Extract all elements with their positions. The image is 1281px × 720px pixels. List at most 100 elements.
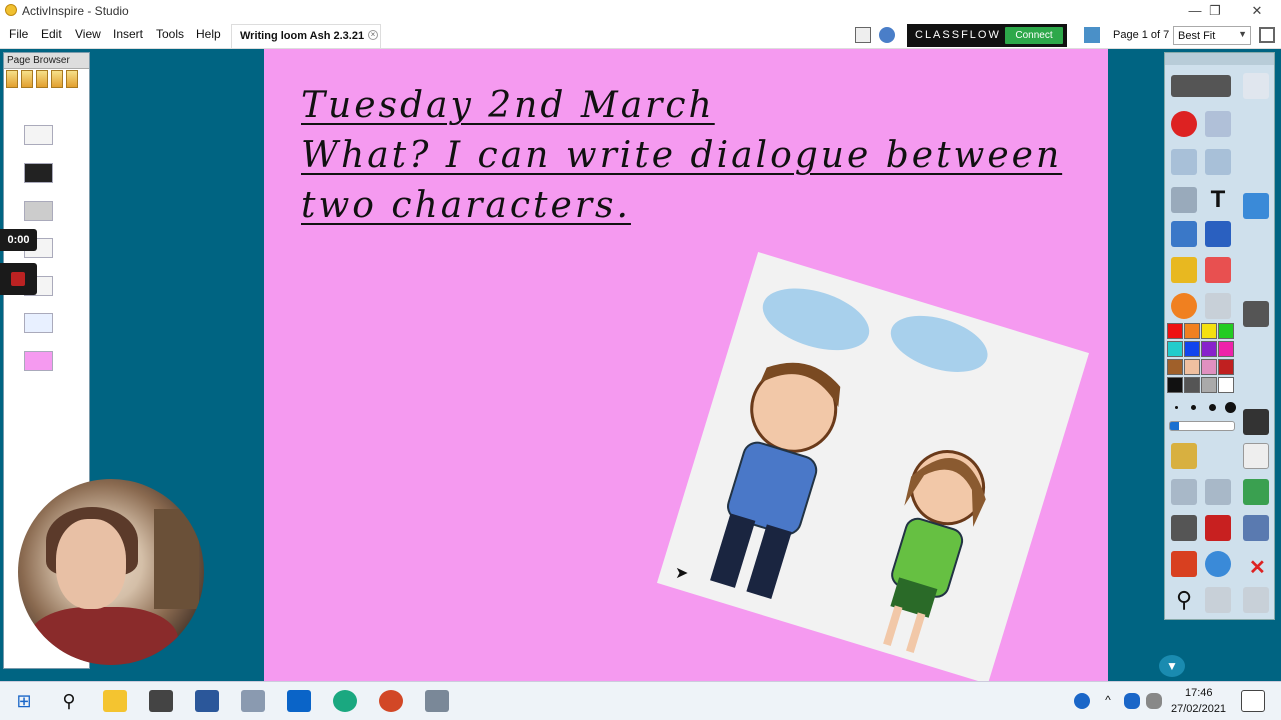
stop-recording-button[interactable] <box>0 263 37 295</box>
handwriting-recognition-icon[interactable] <box>1205 587 1231 613</box>
menu-help[interactable]: Help <box>196 27 221 41</box>
magnifier-icon[interactable]: ⚲ <box>1171 587 1197 613</box>
page-thumbnail[interactable] <box>24 313 53 333</box>
select-tool-icon[interactable] <box>1171 187 1197 213</box>
activinspire-taskbar-icon[interactable] <box>425 690 449 712</box>
color-swatch[interactable] <box>1167 323 1183 339</box>
browser-icon[interactable] <box>1205 551 1231 577</box>
shape-tool-icon[interactable] <box>1205 293 1231 319</box>
spotlight-icon[interactable] <box>1171 515 1197 541</box>
undo-icon[interactable] <box>1171 479 1197 505</box>
powerpoint-icon[interactable] <box>379 690 403 712</box>
dashboard-icon[interactable] <box>1084 27 1100 43</box>
page-icon[interactable] <box>1243 443 1269 469</box>
color-swatch[interactable] <box>1167 377 1183 393</box>
previous-page-icon[interactable] <box>1171 149 1197 175</box>
page-thumbnail[interactable] <box>24 163 53 183</box>
document-tab[interactable]: Writing loom Ash 2.3.21 × <box>231 24 381 48</box>
page-background-icon[interactable] <box>1243 479 1269 505</box>
clapper-icon[interactable] <box>1171 443 1197 469</box>
webcam-person-face <box>56 519 126 609</box>
menu-edit[interactable]: Edit <box>41 27 62 41</box>
start-button-icon[interactable]: ⊞ <box>12 690 36 712</box>
chevron-up-icon[interactable]: ^ <box>1100 693 1116 709</box>
browser-tool-icon[interactable] <box>36 70 48 88</box>
restore-button[interactable]: ❐ <box>1198 2 1232 20</box>
file-transfer-icon[interactable] <box>1243 515 1269 541</box>
menu-tools[interactable]: Tools <box>156 27 184 41</box>
outlook-icon[interactable] <box>287 690 311 712</box>
help-icon[interactable] <box>1074 693 1090 709</box>
mouse-pointer-icon: ➤ <box>675 565 689 582</box>
notifications-icon[interactable] <box>1241 690 1265 712</box>
word-icon[interactable] <box>195 690 219 712</box>
text-tool-icon[interactable]: T <box>1205 187 1231 213</box>
browser-tool-icon[interactable] <box>66 70 78 88</box>
menu-view[interactable]: View <box>75 27 101 41</box>
color-swatch[interactable] <box>1201 359 1217 375</box>
color-swatch[interactable] <box>1201 377 1217 393</box>
clock-date[interactable]: 27/02/2021 <box>1171 703 1226 715</box>
close-tab-icon[interactable]: × <box>368 30 378 40</box>
page-thumbnail[interactable] <box>24 125 53 145</box>
clear-icon[interactable] <box>1243 193 1269 219</box>
next-page-icon[interactable] <box>1205 149 1231 175</box>
resource-library-icon[interactable] <box>1171 551 1197 577</box>
flipchart-page[interactable]: Tuesday 2nd March What? I can write dial… <box>264 49 1108 685</box>
collapse-toolbox-icon[interactable]: ▼ <box>1159 655 1185 677</box>
color-swatch[interactable] <box>1201 323 1217 339</box>
pen-tool-icon[interactable] <box>1171 221 1197 247</box>
page-thumbnail[interactable] <box>24 201 53 221</box>
color-swatch[interactable] <box>1167 341 1183 357</box>
title-bar: ActivInspire - Studio — ❐ ✕ <box>0 0 1281 22</box>
color-swatch[interactable] <box>1218 377 1234 393</box>
pen-width-slider[interactable] <box>1169 421 1235 431</box>
menu-insert[interactable]: Insert <box>113 27 143 41</box>
page-notes-icon[interactable] <box>855 27 871 43</box>
search-icon[interactable]: ⚲ <box>57 690 81 712</box>
profile-editor-icon[interactable] <box>1243 73 1269 99</box>
fill-tool-icon[interactable] <box>1171 257 1197 283</box>
dialogue-characters-image[interactable] <box>656 251 1090 685</box>
clipboard-icon[interactable] <box>1243 587 1269 613</box>
color-swatch[interactable] <box>1218 323 1234 339</box>
activote-icon[interactable] <box>879 27 895 43</box>
eraser-tool-icon[interactable] <box>1205 257 1231 283</box>
promethean-menu-icon[interactable] <box>1171 111 1197 137</box>
edge-icon[interactable] <box>333 690 357 712</box>
redo-icon[interactable] <box>1205 479 1231 505</box>
document-tab-label: Writing loom Ash 2.3.21 <box>240 30 365 42</box>
color-swatch[interactable] <box>1201 341 1217 357</box>
color-swatch[interactable] <box>1218 359 1234 375</box>
color-swatch[interactable] <box>1184 323 1200 339</box>
browser-tool-icon[interactable] <box>21 70 33 88</box>
camera-tool-icon[interactable] <box>1243 409 1269 435</box>
zoom-select[interactable]: Best Fit ▼ <box>1173 26 1251 45</box>
reveal-tool-icon[interactable] <box>1243 301 1269 327</box>
color-swatch[interactable] <box>1184 377 1200 393</box>
highlighter-tool-icon[interactable] <box>1205 221 1231 247</box>
fullscreen-icon[interactable] <box>1259 27 1275 43</box>
cloud-icon[interactable] <box>1146 693 1162 709</box>
clock-time[interactable]: 17:46 <box>1185 687 1213 699</box>
snipping-tool-icon[interactable] <box>241 690 265 712</box>
close-window-button[interactable]: ✕ <box>1240 2 1274 20</box>
file-explorer-icon[interactable] <box>103 690 127 712</box>
color-swatch[interactable] <box>1167 359 1183 375</box>
tools-icon[interactable] <box>1205 111 1231 137</box>
color-swatch[interactable] <box>1218 341 1234 357</box>
sims-app-icon[interactable] <box>149 690 173 712</box>
browser-tool-icon[interactable] <box>6 70 18 88</box>
connect-button[interactable]: Connect <box>1005 27 1063 44</box>
onedrive-icon[interactable] <box>1124 693 1140 709</box>
browser-tool-icon[interactable] <box>51 70 63 88</box>
color-picker-icon[interactable] <box>1171 293 1197 319</box>
dice-icon[interactable] <box>1205 515 1231 541</box>
page-thumbnail[interactable] <box>24 351 53 371</box>
color-swatch[interactable] <box>1184 359 1200 375</box>
close-icon[interactable]: ✕ <box>1249 555 1266 580</box>
pen-width-dots[interactable] <box>1171 401 1236 415</box>
color-swatch[interactable] <box>1184 341 1200 357</box>
share-icon[interactable] <box>1171 75 1231 97</box>
menu-file[interactable]: File <box>9 27 28 41</box>
